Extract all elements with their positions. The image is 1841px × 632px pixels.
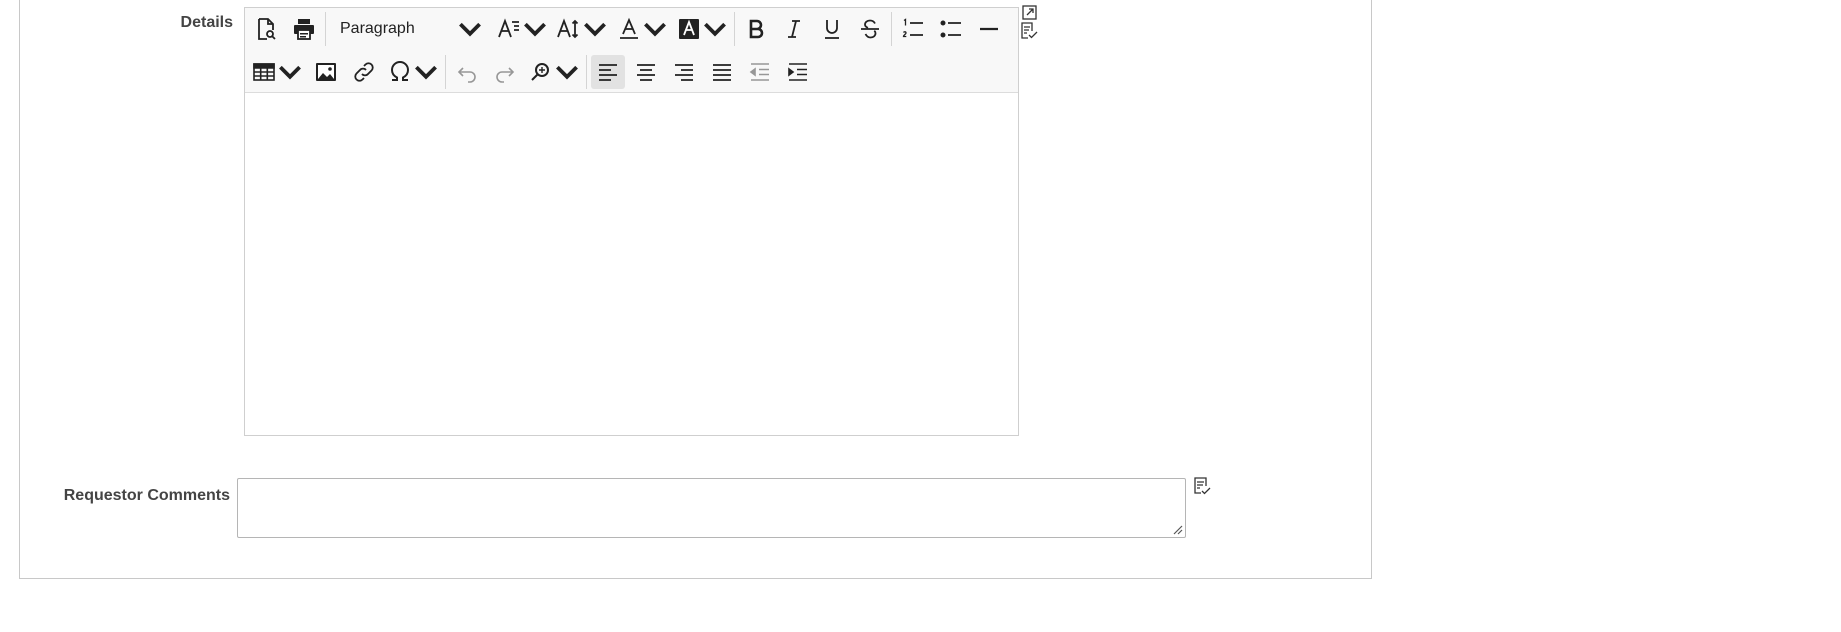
toolbar-row-2 — [249, 53, 819, 91]
chevron-down-icon — [459, 22, 481, 37]
strikethrough-button[interactable] — [853, 12, 887, 46]
background-color-icon — [679, 19, 699, 39]
justify-icon — [713, 64, 731, 81]
chevron-down-icon — [524, 22, 546, 37]
italic-icon — [788, 20, 800, 38]
block-format-select[interactable]: Paragraph — [330, 12, 490, 46]
undo-icon — [457, 67, 476, 83]
spellcheck-icon[interactable] — [1193, 477, 1211, 495]
strikethrough-icon — [861, 19, 879, 39]
chevron-down-icon — [415, 65, 437, 80]
align-right-icon — [675, 64, 693, 81]
bold-button[interactable] — [739, 12, 773, 46]
table-icon — [253, 63, 275, 81]
italic-button[interactable] — [777, 12, 811, 46]
justify-button[interactable] — [705, 55, 739, 89]
details-label: Details — [180, 14, 233, 31]
outdent-icon — [749, 63, 769, 81]
align-right-button[interactable] — [667, 55, 701, 89]
undo-button[interactable] — [450, 55, 484, 89]
find-replace-button[interactable] — [526, 55, 582, 89]
outdent-button[interactable] — [743, 55, 777, 89]
numbered-list-icon — [902, 18, 923, 38]
bold-icon — [749, 19, 764, 39]
image-icon — [316, 63, 336, 81]
chevron-down-icon — [584, 22, 606, 37]
link-button[interactable] — [347, 55, 381, 89]
special-character-icon — [390, 61, 410, 81]
toolbar-separator — [325, 12, 326, 46]
toolbar-separator — [891, 12, 892, 46]
bullet-list-button[interactable] — [934, 12, 968, 46]
find-replace-icon — [531, 63, 549, 81]
font-family-button[interactable] — [494, 12, 550, 46]
chevron-down-icon — [704, 22, 726, 37]
underline-icon — [825, 20, 839, 39]
redo-button[interactable] — [488, 55, 522, 89]
indent-icon — [788, 63, 807, 81]
editor-content-area[interactable] — [245, 93, 1018, 435]
text-color-button[interactable] — [614, 12, 670, 46]
preview-icon — [258, 18, 276, 40]
align-left-icon — [599, 64, 617, 81]
indent-button[interactable] — [781, 55, 815, 89]
align-center-icon — [637, 64, 655, 81]
align-left-button[interactable] — [591, 55, 625, 89]
redo-icon — [496, 67, 515, 83]
background-color-button[interactable] — [674, 12, 730, 46]
text-color-icon — [620, 17, 638, 39]
horizontal-line-button[interactable] — [972, 12, 1006, 46]
toolbar-separator — [586, 55, 587, 89]
chevron-down-icon — [644, 22, 666, 37]
details-rich-text-editor: Paragraph — [244, 7, 1019, 436]
image-button[interactable] — [309, 55, 343, 89]
toolbar-separator — [734, 12, 735, 46]
spellcheck-icon[interactable] — [1020, 22, 1038, 39]
editor-side-icons — [1020, 5, 1038, 39]
bullet-list-icon — [940, 20, 961, 38]
font-size-icon — [557, 18, 579, 39]
table-button[interactable] — [249, 55, 305, 89]
editor-toolbar: Paragraph — [245, 8, 1018, 93]
toolbar-row-1: Paragraph — [249, 10, 1010, 48]
font-family-icon — [498, 18, 519, 38]
align-center-button[interactable] — [629, 55, 663, 89]
font-size-button[interactable] — [554, 12, 610, 46]
chevron-down-icon — [556, 65, 578, 80]
block-format-value: Paragraph — [340, 20, 415, 37]
numbered-list-button[interactable] — [896, 12, 930, 46]
print-button[interactable] — [287, 12, 321, 46]
toolbar-separator — [445, 55, 446, 89]
link-icon — [354, 62, 374, 82]
special-character-button[interactable] — [385, 55, 441, 89]
resize-grip-icon[interactable] — [1171, 523, 1183, 535]
underline-button[interactable] — [815, 12, 849, 46]
requestor-comments-textarea[interactable] — [237, 478, 1186, 538]
expand-icon[interactable] — [1020, 5, 1038, 22]
chevron-down-icon — [279, 65, 301, 80]
requestor-comments-label: Requestor Comments — [63, 487, 230, 504]
preview-button[interactable] — [249, 12, 283, 46]
print-icon — [294, 19, 314, 40]
horizontal-line-icon — [980, 27, 998, 31]
